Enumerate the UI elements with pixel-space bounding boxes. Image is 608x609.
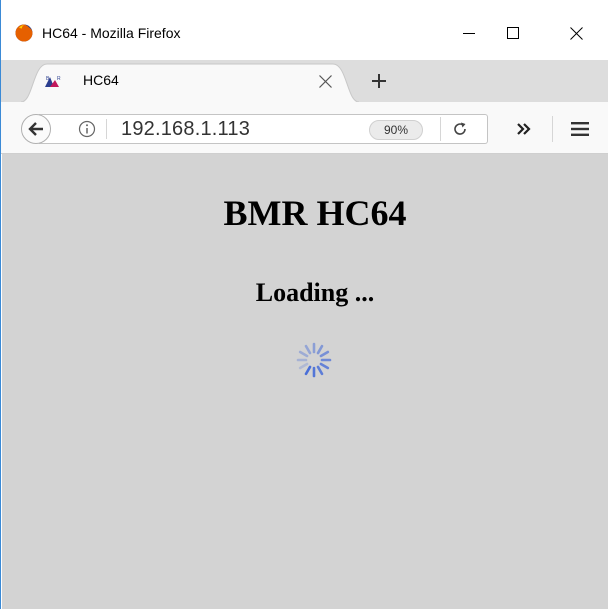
menu-button[interactable] [567,116,593,142]
back-button[interactable] [21,114,51,144]
loading-spinner-icon [296,342,332,378]
bmr-logo-icon: B R [45,76,61,87]
close-window-button[interactable] [554,14,598,52]
toolbar-overflow-button[interactable] [511,116,537,142]
reload-separator [440,117,441,141]
loading-status: Loading ... [255,278,375,307]
page-content: BMR HC64 Loading ... [2,154,608,609]
page-title: BMR HC64 [223,193,407,233]
tab-strip: B R HC64 [1,60,608,102]
spinner-spoke [319,362,330,370]
zoom-indicator[interactable]: 90% [369,120,423,140]
tab-title: HC64 [83,72,119,88]
maximize-button[interactable] [491,14,535,52]
info-icon[interactable] [77,119,97,139]
maximize-icon [507,27,519,39]
url-separator [106,119,107,139]
spinner-spoke [316,344,324,355]
firefox-logo-icon [15,24,33,42]
new-tab-button[interactable] [366,68,392,94]
minimize-icon [463,33,475,34]
close-icon [569,26,583,40]
spinner-spoke [316,365,324,376]
plus-icon [372,74,386,88]
back-arrow-icon [28,122,43,136]
spinner-spoke [304,344,312,355]
navigation-bar: 192.168.1.113 90% [1,102,608,154]
spinner-spoke [298,350,309,358]
url-text[interactable]: 192.168.1.113 [121,118,250,141]
svg-text:R: R [57,76,61,82]
spinner-spoke [319,350,330,358]
menu-separator [552,116,553,142]
spinner-spoke [298,362,309,370]
minimize-button[interactable] [447,14,491,52]
close-tab-button[interactable] [314,70,336,92]
close-tab-icon [318,74,332,88]
spinner-spoke [304,365,312,376]
title-bar: HC64 - Mozilla Firefox [1,0,608,64]
browser-window: HC64 - Mozilla Firefox B R HC64 192.168.… [0,0,608,609]
tab-background [21,63,359,102]
double-chevron-right-icon [517,123,531,135]
reload-icon [454,122,466,135]
window-title: HC64 - Mozilla Firefox [42,25,181,41]
hamburger-menu-icon [571,122,589,136]
tab-hc64[interactable]: B R HC64 [21,60,359,102]
reload-button[interactable] [449,118,471,140]
